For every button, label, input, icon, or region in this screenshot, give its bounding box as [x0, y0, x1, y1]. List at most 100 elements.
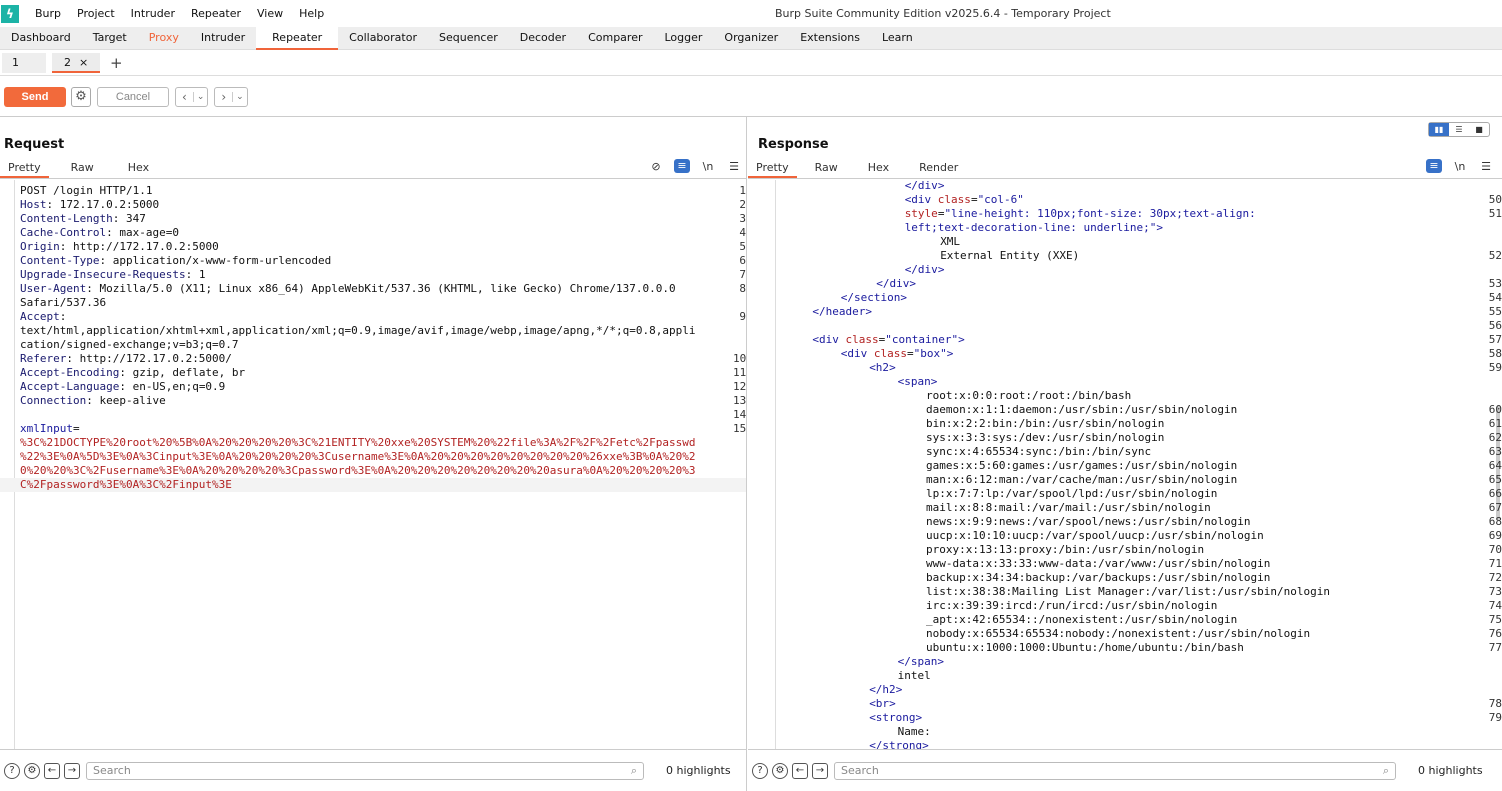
tab-comparer[interactable]: Comparer [577, 27, 653, 50]
wrap-icon[interactable]: ≡ [674, 159, 690, 173]
response-editor[interactable]: </div> 50 <div class="col-6" 51 style="line-… [748, 180, 1502, 749]
gear-icon[interactable]: ⚙ [24, 762, 40, 779]
menu-burp[interactable]: Burp [27, 7, 69, 20]
code-line: 59 <h2> [748, 361, 1502, 375]
line-number: 3 [739, 212, 746, 225]
menu-help[interactable]: Help [291, 7, 332, 20]
tag-name: <br [869, 697, 890, 710]
attr-value: "box" [913, 347, 947, 360]
chevron-left-icon[interactable]: ‹ [176, 90, 193, 104]
attr-value: "col-6" [977, 193, 1024, 206]
code-line: 77 ubuntu:x:1000:1000:Ubuntu:/home/ubuntu… [748, 641, 1502, 655]
tag-close: > [865, 305, 872, 318]
cancel-button[interactable]: Cancel [97, 86, 169, 107]
code-line: 61 bin:x:2:2:bin:/bin:/usr/sbin/nologin [748, 417, 1502, 431]
request-tab-pretty[interactable]: Pretty [0, 157, 49, 178]
response-tab-render[interactable]: Render [907, 157, 970, 178]
line-code: Accept-Language: en-US,en;q=0.9 [20, 380, 225, 394]
line-code: games:x:5:60:games:/usr/games:/usr/sbin/… [926, 459, 1238, 472]
menu-intruder[interactable]: Intruder [123, 7, 183, 20]
request-view-tabs: Pretty Raw Hex [0, 157, 746, 179]
code-line: 54 </section> [748, 291, 1502, 305]
newline-icon[interactable]: \n [1452, 160, 1468, 173]
tab-organizer[interactable]: Organizer [713, 27, 789, 50]
request-tab-raw[interactable]: Raw [59, 157, 106, 178]
code-line: 8 User-Agent: Mozilla/5.0 (X11; Linux x86… [0, 282, 746, 296]
wrap-icon[interactable]: ≡ [1426, 159, 1442, 173]
split-vertical-icon[interactable]: ▮▮ [1429, 123, 1449, 136]
tab-decoder[interactable]: Decoder [509, 27, 577, 50]
request-tab-hex[interactable]: Hex [116, 157, 161, 178]
menubar: ϟ Burp Project Intruder Repeater View He… [0, 0, 1502, 27]
param-eq: = [72, 422, 80, 435]
arrow-left-icon[interactable]: ← [792, 762, 808, 779]
line-number: 56 [1488, 319, 1502, 332]
menu-repeater[interactable]: Repeater [183, 7, 249, 20]
line-code: _apt:x:42:65534::/nonexistent:/usr/sbin/… [926, 613, 1238, 626]
line-number: 14 [733, 408, 746, 421]
line-number: 54 [1488, 291, 1502, 304]
tab-dashboard[interactable]: Dashboard [0, 27, 82, 50]
split-horizontal-icon[interactable]: ☰ [1449, 123, 1469, 136]
line-code: nobody:x:65534:65534:nobody:/nonexistent… [926, 627, 1311, 640]
code-line: Name: [748, 725, 1502, 739]
gear-icon[interactable]: ⚙ [772, 762, 788, 779]
code-line: <span> [748, 375, 1502, 389]
tab-logger[interactable]: Logger [653, 27, 713, 50]
back-nav[interactable]: ‹ ⌄ [175, 86, 209, 107]
forward-nav[interactable]: › ⌄ [214, 86, 248, 107]
line-code: Safari/537.36 [20, 296, 107, 309]
tab-repeater[interactable]: Repeater [256, 27, 339, 50]
arrow-right-icon[interactable]: → [64, 762, 80, 779]
add-tab-button[interactable]: + [110, 54, 123, 72]
code-line: </h2> [748, 683, 1502, 697]
response-tab-hex[interactable]: Hex [856, 157, 901, 178]
chevron-right-icon[interactable]: › [215, 90, 232, 104]
line-code: man:x:6:12:man:/var/cache/man:/usr/sbin/… [926, 473, 1238, 486]
tag-close: > [889, 361, 896, 374]
arrow-right-icon[interactable]: → [812, 762, 828, 779]
menu-icon[interactable]: ☰ [726, 160, 742, 173]
close-icon[interactable]: × [79, 56, 88, 69]
tab-collaborator[interactable]: Collaborator [338, 27, 428, 50]
param-value: 0%20%20%3C%2Fusername%3E%0A%20%20%20%20%… [20, 464, 696, 477]
menu-view[interactable]: View [249, 7, 291, 20]
tab-intruder[interactable]: Intruder [190, 27, 256, 50]
newline-icon[interactable]: \n [700, 160, 716, 173]
header-value: : 172.17.0.2:5000 [46, 198, 160, 211]
send-button[interactable]: Send [4, 86, 66, 107]
tab-proxy[interactable]: Proxy [138, 27, 190, 50]
menu-project[interactable]: Project [69, 7, 123, 20]
code-line: 74 irc:x:39:39:ircd:/run/ircd:/usr/sbin/n… [748, 599, 1502, 613]
request-editor[interactable]: 1 POST /login HTTP/1.1 2 Host: 172.17.0.2:5… [0, 180, 746, 749]
repeater-tab-2[interactable]: 2 × [52, 53, 100, 73]
arrow-left-icon[interactable]: ← [44, 762, 60, 779]
response-tab-raw[interactable]: Raw [803, 157, 850, 178]
menu-icon[interactable]: ☰ [1478, 160, 1494, 173]
line-code: mail:x:8:8:mail:/var/mail:/usr/sbin/nolo… [926, 501, 1211, 514]
line-number: 79 [1488, 711, 1502, 724]
header-value: : 347 [112, 212, 146, 225]
line-number: 52 [1488, 249, 1502, 262]
help-icon[interactable]: ? [4, 762, 20, 779]
gear-icon[interactable]: ⚙ [71, 86, 91, 107]
tab-extensions[interactable]: Extensions [789, 27, 871, 50]
tab-target[interactable]: Target [82, 27, 138, 50]
tab-sequencer[interactable]: Sequencer [428, 27, 509, 50]
response-tab-pretty[interactable]: Pretty [748, 157, 797, 178]
eye-slash-icon[interactable]: ⊘ [648, 160, 664, 173]
line-number: 70 [1488, 543, 1502, 556]
help-icon[interactable]: ? [752, 762, 768, 779]
search-input[interactable]: Search ⌕ [86, 761, 644, 780]
search-input[interactable]: Search ⌕ [834, 761, 1396, 780]
layout-toggle[interactable]: ▮▮ ☰ ■ [1428, 122, 1490, 137]
line-code: %22%3E%0A%5D%3E%0A%3Cinput%3E%0A%20%20%2… [20, 450, 696, 464]
chevron-down-icon[interactable]: ⌄ [192, 91, 208, 102]
code-line: </div> [748, 263, 1502, 277]
tab-learn[interactable]: Learn [871, 27, 924, 50]
repeater-tab-1[interactable]: 1 [2, 53, 46, 73]
chevron-down-icon[interactable]: ⌄ [232, 91, 247, 102]
attr-eq: = [907, 347, 914, 360]
single-view-icon[interactable]: ■ [1469, 123, 1489, 136]
line-code: </h2> [869, 683, 902, 697]
